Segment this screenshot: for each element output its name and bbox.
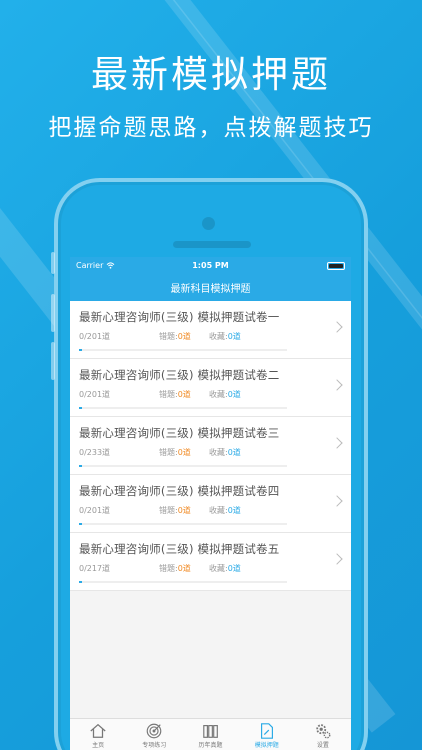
chevron-right-icon xyxy=(331,553,343,565)
tab-label: 历年真题 xyxy=(198,742,223,749)
wrong-count: 错题:0道 xyxy=(159,332,191,341)
favorite-count: 收藏:0道 xyxy=(209,564,241,573)
paper-title: 最新心理咨询师(三级) 模拟押题试卷四 xyxy=(79,484,280,498)
home-icon xyxy=(90,723,106,738)
tab-bar: 主页 专项练习 历年真题 模拟押题 设置 xyxy=(70,718,351,750)
progress-bar xyxy=(79,465,287,467)
paper-title: 最新心理咨询师(三级) 模拟押题试卷三 xyxy=(79,426,280,440)
tab-label: 主页 xyxy=(92,742,105,749)
chevron-right-icon xyxy=(331,321,343,333)
status-bar: Carrier 1:05 PM xyxy=(70,257,351,274)
tab-label: 专项练习 xyxy=(142,742,167,749)
paper-list-item[interactable]: 最新心理咨询师(三级) 模拟押题试卷四 0/201道 错题:0道 收藏:0道 xyxy=(70,475,351,533)
progress-bar xyxy=(79,349,287,351)
tab-home[interactable]: 主页 xyxy=(70,719,126,750)
gears-icon xyxy=(316,724,331,739)
paper-meta: 0/201道 错题:0道 收藏:0道 xyxy=(79,331,327,342)
phone-side-button xyxy=(51,252,55,274)
paper-meta: 0/201道 错题:0道 收藏:0道 xyxy=(79,505,327,516)
paper-meta: 0/201道 错题:0道 收藏:0道 xyxy=(79,389,327,400)
wrong-count: 错题:0道 xyxy=(159,564,191,573)
paper-list-item[interactable]: 最新心理咨询师(三级) 模拟押题试卷五 0/217道 错题:0道 收藏:0道 xyxy=(70,533,351,591)
wrong-count: 错题:0道 xyxy=(159,390,191,399)
paper-list-item[interactable]: 最新心理咨询师(三级) 模拟押题试卷二 0/201道 错题:0道 收藏:0道 xyxy=(70,359,351,417)
favorite-count: 收藏:0道 xyxy=(209,390,241,399)
phone-side-button xyxy=(51,342,55,380)
favorite-count: 收藏:0道 xyxy=(209,506,241,515)
status-time: 1:05 PM xyxy=(192,261,229,270)
battery-icon xyxy=(327,261,345,270)
books-icon xyxy=(202,725,218,738)
paper-meta: 0/233道 错题:0道 收藏:0道 xyxy=(79,447,327,458)
paper-title: 最新心理咨询师(三级) 模拟押题试卷五 xyxy=(79,542,280,556)
wrong-count: 错题:0道 xyxy=(159,448,191,457)
app-screen: Carrier 1:05 PM 最新科目模拟押题 最新心理咨询师(三级) 模拟押… xyxy=(70,257,351,750)
nav-title: 最新科目模拟押题 xyxy=(70,274,351,301)
question-count: 0/233道 xyxy=(79,448,111,457)
tab-label: 模拟押题 xyxy=(254,742,279,749)
promo-headline: 最新模拟押题 xyxy=(91,53,331,96)
chevron-right-icon xyxy=(331,495,343,507)
promo-subline: 把握命题思路，点拨解题技巧 xyxy=(48,115,374,141)
chevron-right-icon xyxy=(331,437,343,449)
chevron-right-icon xyxy=(331,379,343,391)
tab-label: 设置 xyxy=(316,742,329,749)
favorite-count: 收藏:0道 xyxy=(209,448,241,457)
tab-settings[interactable]: 设置 xyxy=(295,719,351,750)
phone-camera xyxy=(202,217,215,230)
phone-speaker xyxy=(173,241,251,248)
tab-mock-exams[interactable]: 模拟押题 xyxy=(239,719,295,750)
favorite-count: 收藏:0道 xyxy=(209,332,241,341)
question-count: 0/201道 xyxy=(79,390,111,399)
wrong-count: 错题:0道 xyxy=(159,506,191,515)
progress-bar xyxy=(79,407,287,409)
question-count: 0/217道 xyxy=(79,564,111,573)
paper-list: 最新心理咨询师(三级) 模拟押题试卷一 0/201道 错题:0道 收藏:0道 最… xyxy=(70,301,351,591)
tab-past-exams[interactable]: 历年真题 xyxy=(182,719,238,750)
progress-bar xyxy=(79,523,287,525)
paper-list-item[interactable]: 最新心理咨询师(三级) 模拟押题试卷三 0/233道 错题:0道 收藏:0道 xyxy=(70,417,351,475)
phone-side-button xyxy=(51,294,55,332)
paper-title: 最新心理咨询师(三级) 模拟押题试卷二 xyxy=(79,368,280,382)
paper-list-item[interactable]: 最新心理咨询师(三级) 模拟押题试卷一 0/201道 错题:0道 收藏:0道 xyxy=(70,301,351,359)
question-count: 0/201道 xyxy=(79,506,111,515)
progress-bar xyxy=(79,581,287,583)
target-icon xyxy=(146,723,162,739)
tab-practice[interactable]: 专项练习 xyxy=(126,719,182,750)
paper-meta: 0/217道 错题:0道 收藏:0道 xyxy=(79,563,327,574)
paper-title: 最新心理咨询师(三级) 模拟押题试卷一 xyxy=(79,310,280,324)
document-edit-icon xyxy=(260,723,273,739)
question-count: 0/201道 xyxy=(79,332,111,341)
